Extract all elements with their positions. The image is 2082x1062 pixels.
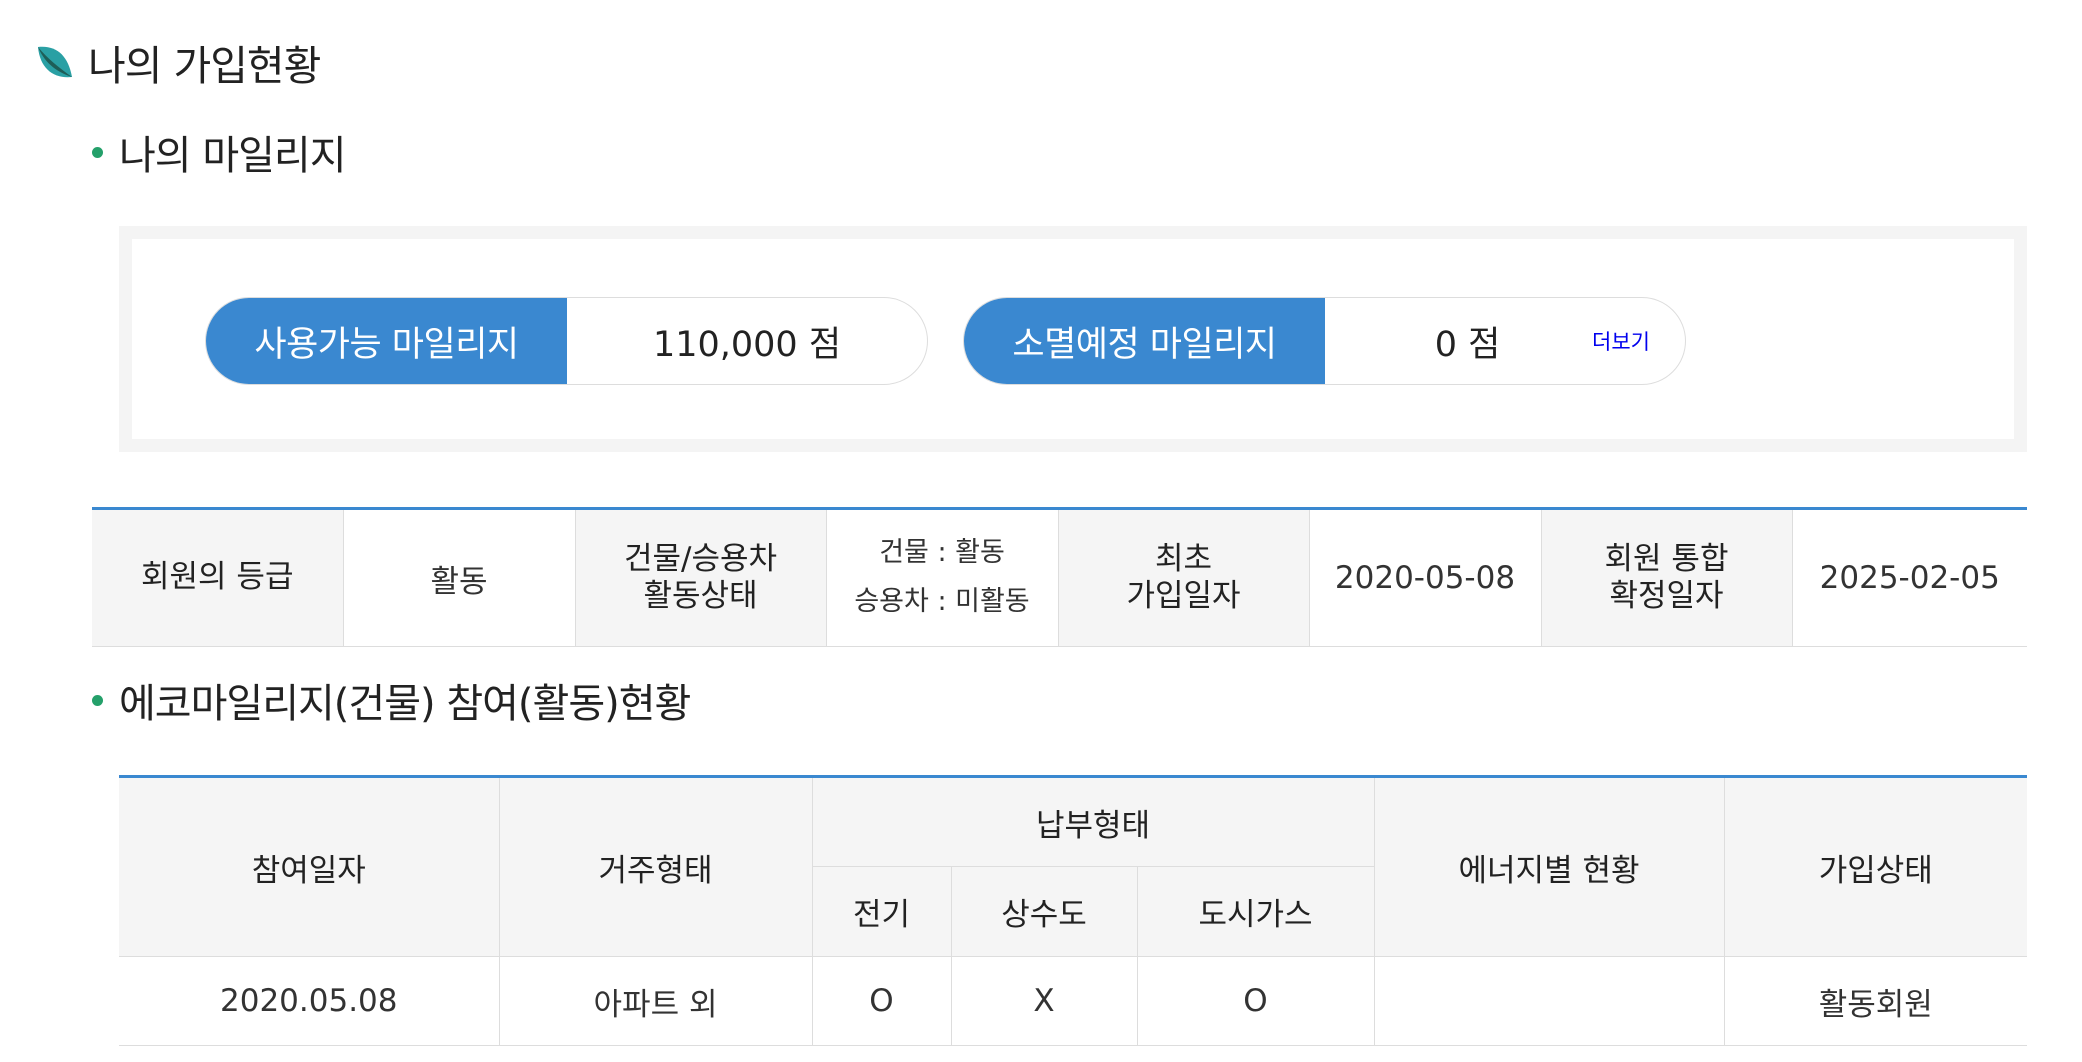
cell-gas: O: [1136, 956, 1375, 1046]
confirm-date-label: 회원 통합 확정일자: [1540, 508, 1793, 647]
join-date-value: 2020-05-08: [1308, 508, 1542, 647]
grade-label: 회원의 등급: [92, 508, 344, 647]
table-row: 회원의 등급 활동 건물/승용차 활동상태 건물 : 활동 승용차 : 미활동 …: [92, 508, 2027, 647]
cell-water: X: [950, 956, 1138, 1046]
available-mileage-pill: 사용가능 마일리지 110,000 점: [205, 297, 928, 385]
building-status: 건물 : 활동: [879, 537, 1005, 569]
leaf-icon: [38, 46, 72, 78]
cell-join-date: 2020.05.08: [119, 956, 500, 1046]
header-electric: 전기: [812, 866, 952, 957]
available-mileage-label: 사용가능 마일리지: [206, 298, 567, 384]
header-residence: 거주형태: [498, 776, 813, 957]
grade-value: 활동: [342, 508, 576, 647]
bullet-dot-icon: [92, 694, 103, 706]
join-date-label: 최초 가입일자: [1057, 508, 1310, 647]
member-grade-table: 회원의 등급 활동 건물/승용차 활동상태 건물 : 활동 승용차 : 미활동 …: [92, 507, 2027, 647]
section-title-eco-text: 에코마일리지(건물) 참여(활동)현황: [119, 681, 691, 727]
header-gas: 도시가스: [1136, 866, 1375, 957]
activity-status-label: 건물/승용차 활동상태: [574, 508, 827, 647]
confirm-date-label-line1: 회원 통합: [1604, 540, 1729, 577]
activity-status-value: 건물 : 활동 승용차 : 미활동: [825, 508, 1059, 647]
more-link[interactable]: 더보기: [1592, 298, 1650, 384]
available-mileage-value: 110,000 점: [652, 324, 842, 365]
section-title-eco: 에코마일리지(건물) 참여(활동)현황: [92, 675, 691, 727]
header-water: 상수도: [950, 866, 1138, 957]
confirm-date-label-line2: 확정일자: [1609, 578, 1724, 614]
cell-residence: 아파트 외: [498, 956, 813, 1046]
activity-status-label-line2: 활동상태: [643, 578, 758, 614]
cell-energy: [1373, 956, 1725, 1046]
join-date-label-line2: 가입일자: [1126, 578, 1241, 614]
section-title-mileage: 나의 마일리지: [92, 127, 347, 179]
header-energy: 에너지별 현황: [1373, 776, 1725, 957]
join-date-label-line1: 최초: [1154, 540, 1213, 577]
mileage-summary-box: 사용가능 마일리지 110,000 점 소멸예정 마일리지 0 점 더보기: [119, 226, 2027, 452]
eco-participation-table: 참여일자 거주형태 납부형태 에너지별 현황 가입상태 전기 상수도 도시가스 …: [119, 775, 2028, 1046]
section-title-mileage-text: 나의 마일리지: [119, 133, 347, 179]
header-join-date: 참여일자: [119, 776, 500, 957]
page-title-text: 나의 가입현황: [88, 42, 321, 90]
header-status: 가입상태: [1723, 776, 2028, 957]
activity-status-label-line1: 건물/승용차: [623, 540, 778, 577]
cell-status: 활동회원: [1723, 956, 2028, 1046]
header-payment: 납부형태: [811, 776, 1375, 867]
expiring-mileage-value: 0 점: [1434, 324, 1501, 365]
table-row: 2020.05.08 아파트 외 O X O 활동회원: [119, 956, 2028, 1046]
cell-electric: O: [811, 956, 952, 1046]
expiring-mileage-label: 소멸예정 마일리지: [964, 298, 1325, 384]
bullet-dot-icon: [92, 146, 103, 158]
page-title: 나의 가입현황: [34, 34, 321, 90]
confirm-date-value: 2025-02-05: [1791, 508, 2027, 647]
table-header-row: 참여일자 거주형태 납부형태 에너지별 현황 가입상태: [119, 776, 2028, 957]
car-status: 승용차 : 미활동: [854, 586, 1030, 617]
expiring-mileage-pill: 소멸예정 마일리지 0 점 더보기: [963, 297, 1686, 385]
